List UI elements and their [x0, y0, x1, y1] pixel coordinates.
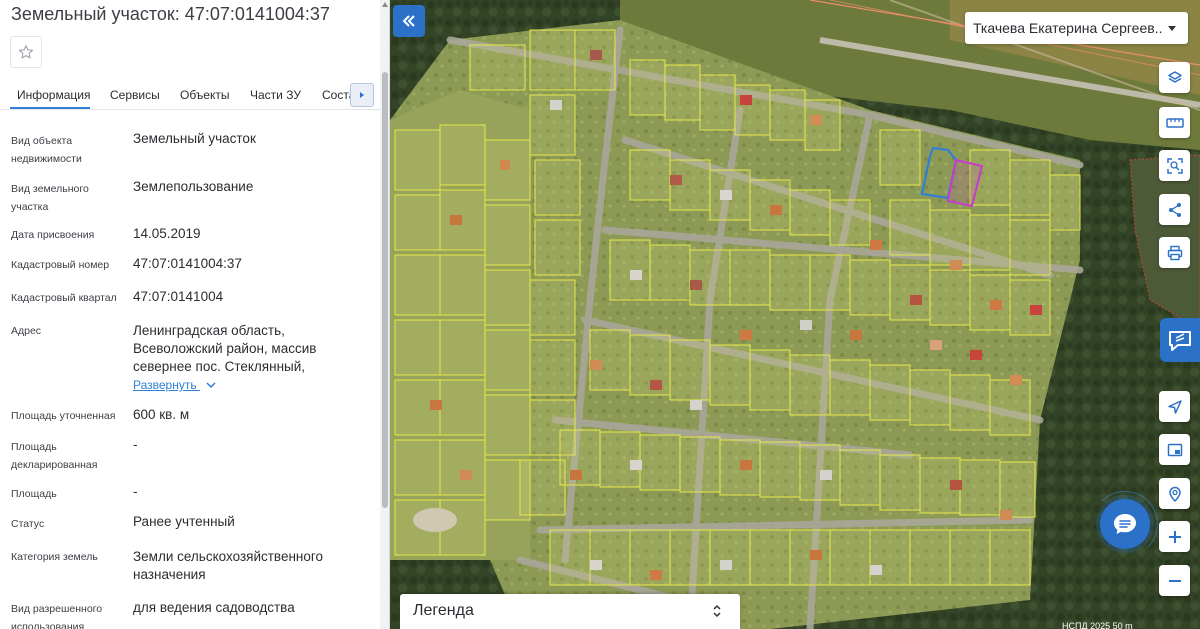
- zoom-out-button[interactable]: [1159, 565, 1190, 596]
- layers-icon: [1167, 70, 1182, 83]
- attribute-label: Статус: [11, 518, 45, 530]
- attribute-value: Земли сельскохозяйственного назначения: [133, 549, 324, 582]
- chat-button[interactable]: [1100, 499, 1150, 549]
- legend-toggle[interactable]: Легенда: [400, 594, 740, 629]
- satellite-map: [390, 0, 1200, 629]
- attribute-value: Землепользование: [133, 179, 254, 194]
- search-location-button[interactable]: [1159, 478, 1190, 509]
- attribute-label: Вид разрешенного использования: [11, 603, 103, 629]
- double-chevron-left-icon: [402, 15, 415, 27]
- chevron-right-icon: [360, 92, 364, 98]
- address-value: Ленинградская область, Всеволожский райо…: [133, 323, 317, 374]
- attribute-label: Площадь декларированная: [11, 441, 98, 471]
- attribute-value: 14.05.2019: [133, 226, 201, 241]
- favorite-button[interactable]: [10, 36, 42, 68]
- share-button[interactable]: [1159, 194, 1190, 225]
- star-icon: [18, 45, 34, 59]
- attribute-label: Адрес: [11, 325, 42, 337]
- minimap-button[interactable]: [1159, 434, 1190, 465]
- attribute-label: Категория земель: [11, 551, 98, 563]
- zoom-in-icon: [1168, 530, 1181, 543]
- attribute-value: -: [133, 484, 138, 499]
- tab-parcel-parts[interactable]: Части ЗУ: [250, 88, 301, 102]
- scroll-up-arrow[interactable]: [382, 2, 388, 7]
- scrollbar-thumb[interactable]: [382, 72, 388, 508]
- caret-down-icon: [1168, 26, 1176, 31]
- attribute-label: Площадь: [11, 488, 57, 500]
- zoom-out-icon: [1168, 579, 1181, 582]
- ruler-icon: [1165, 117, 1184, 128]
- map-attribution: НСПД 2025 50 m: [1062, 621, 1133, 629]
- tab-objects[interactable]: Объекты: [180, 88, 230, 102]
- expand-collapse-icon: [713, 604, 721, 618]
- tab-bar: Информация Сервисы Объекты Части ЗУ Сост…: [0, 78, 380, 110]
- attribute-label: Вид земельного участка: [11, 183, 89, 213]
- attribute-label: Кадастровый номер: [11, 259, 110, 271]
- print-icon: [1167, 245, 1182, 260]
- map-view[interactable]: [390, 0, 1200, 629]
- minimap-icon: [1167, 443, 1182, 456]
- page-title: Земельный участок: 47:07:0141004:37: [11, 4, 330, 24]
- attribute-label: Дата присвоения: [11, 229, 95, 241]
- share-icon: [1168, 202, 1181, 217]
- select-area-button[interactable]: [1159, 150, 1190, 181]
- attribute-value: Земельный участок: [133, 131, 256, 146]
- message-icon: [1114, 514, 1136, 534]
- tabs-scroll-right-button[interactable]: [350, 83, 374, 107]
- attribute-label: Вид объекта недвижимости: [11, 135, 82, 165]
- locate-icon: [1167, 399, 1182, 414]
- collapse-panel-button[interactable]: [393, 5, 425, 37]
- select-area-icon: [1166, 157, 1183, 174]
- active-tab-indicator: [10, 107, 90, 109]
- attribute-label: Площадь уточненная: [11, 410, 116, 422]
- user-name: Ткачева Екатерина Сергеев...: [973, 20, 1163, 36]
- attribute-value: -: [133, 437, 138, 452]
- expand-link[interactable]: Развернуть: [133, 378, 216, 392]
- attribute-label: Кадастровый квартал: [11, 292, 117, 304]
- attribute-value: 47:07:0141004:37: [133, 256, 242, 271]
- attribute-value: Ранее учтенный: [133, 514, 235, 529]
- help-assistant-tab[interactable]: [1160, 318, 1200, 362]
- attribute-value: 47:07:0141004: [133, 289, 224, 304]
- info-panel: Земельный участок: 47:07:0141004:37 Инфо…: [0, 0, 390, 629]
- layers-button[interactable]: [1159, 62, 1190, 93]
- panel-scrollbar[interactable]: [380, 0, 389, 629]
- chevron-down-icon: [206, 382, 216, 389]
- attribute-value: 600 кв. м: [133, 407, 190, 422]
- ruler-button[interactable]: [1159, 107, 1190, 138]
- attribute-value: для ведения садоводства: [133, 600, 295, 615]
- tab-information[interactable]: Информация: [17, 88, 90, 102]
- legend-label: Легенда: [413, 602, 474, 619]
- expand-label: Развернуть: [133, 378, 197, 392]
- tab-services[interactable]: Сервисы: [110, 88, 160, 102]
- chat-bubble-icon: [1169, 331, 1191, 351]
- locate-button[interactable]: [1159, 391, 1190, 422]
- zoom-in-button[interactable]: [1159, 521, 1190, 552]
- print-button[interactable]: [1159, 237, 1190, 268]
- search-location-icon: [1168, 486, 1181, 502]
- user-dropdown[interactable]: Ткачева Екатерина Сергеев...: [965, 12, 1188, 44]
